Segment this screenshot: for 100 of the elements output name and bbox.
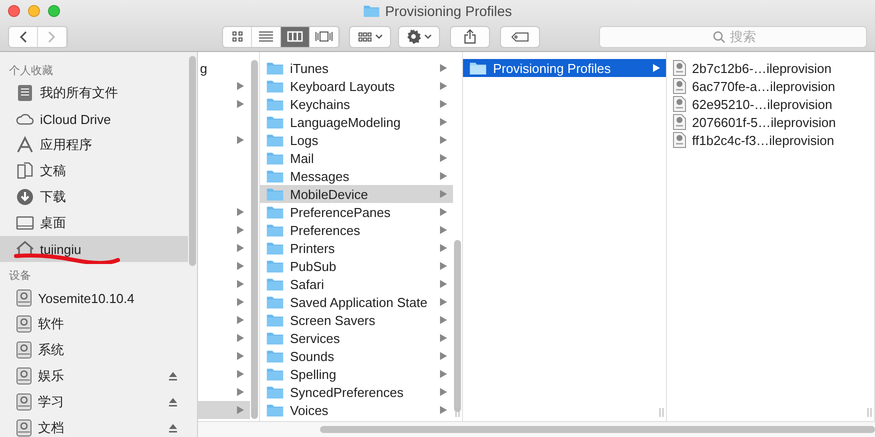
sidebar-item-label: 文稿 [40, 162, 67, 180]
browser-row[interactable]: PreferencePanes [260, 203, 453, 221]
sidebar-item[interactable]: 应用程序 [0, 132, 188, 158]
item-name: g [200, 60, 208, 76]
eject-icon[interactable] [168, 397, 178, 407]
column-resize-handle[interactable] [659, 408, 664, 417]
browser-row[interactable]: 2076601f-5…ileprovision [667, 113, 874, 131]
item-name: Services [290, 330, 341, 346]
column-resize-handle[interactable] [252, 408, 257, 417]
view-mode-button[interactable] [281, 26, 310, 46]
browser-row[interactable]: Spelling [260, 365, 453, 383]
folder-icon [266, 384, 284, 400]
sidebar-heading: 设备 [8, 269, 32, 284]
browser-row[interactable]: ff1b2c4c-f3…ileprovision [667, 131, 874, 149]
browser-row[interactable]: SyncedPreferences [260, 383, 453, 401]
scrollbar-thumb[interactable] [454, 240, 461, 412]
browser-row[interactable]: Voices [260, 401, 453, 419]
disclosure-arrow-icon [237, 244, 244, 252]
back-button[interactable] [9, 26, 38, 46]
browser-row[interactable]: Preferences [260, 221, 453, 239]
sidebar-item[interactable]: 学习 [0, 389, 188, 415]
sidebar-item[interactable]: 文档 [0, 415, 188, 437]
file-tray-icon [16, 84, 34, 102]
cover-flow-icon [315, 31, 333, 42]
browser-row[interactable]: Keychains [260, 95, 453, 113]
folder-icon [266, 402, 284, 418]
sidebar-item[interactable]: Yosemite10.10.4 [0, 285, 188, 311]
folder-icon [266, 186, 284, 202]
browser-row[interactable]: Saved Application State [260, 293, 453, 311]
view-mode-button[interactable] [310, 26, 339, 46]
browser-row[interactable] [198, 401, 250, 419]
browser-row[interactable]: iTunes [260, 59, 453, 77]
sidebar-item[interactable]: 下载 [0, 184, 188, 210]
folder-icon [266, 330, 284, 346]
column-resize-handle[interactable] [867, 408, 872, 417]
sidebar-item[interactable]: 文稿 [0, 158, 188, 184]
folder-icon [266, 60, 284, 76]
browser-row[interactable]: Messages [260, 167, 453, 185]
minimize-button[interactable] [28, 5, 40, 17]
share-button[interactable] [450, 26, 490, 48]
folder-icon [266, 276, 284, 292]
share-icon [464, 29, 476, 44]
sidebar-item[interactable]: tujingiu [0, 236, 188, 262]
disclosure-arrow-icon [440, 190, 447, 198]
sidebar-item[interactable]: 系统 [0, 337, 188, 363]
document-icon [673, 78, 686, 94]
browser-row[interactable]: Sounds [260, 347, 453, 365]
folder-icon [266, 348, 284, 364]
browser-row[interactable]: Mail [260, 149, 453, 167]
browser-row[interactable]: LanguageModeling [260, 113, 453, 131]
settings-icon [406, 29, 421, 44]
browser-row[interactable]: 6ac770fe-a…ileprovision [667, 77, 874, 95]
column-resize-handle[interactable] [455, 408, 460, 417]
disclosure-arrow-icon [237, 388, 244, 396]
disclosure-arrow-icon [237, 280, 244, 288]
browser-row[interactable]: PubSub [260, 257, 453, 275]
sidebar-item[interactable]: iCloud Drive [0, 106, 188, 132]
tag-button[interactable] [500, 26, 540, 48]
arrange-button[interactable] [349, 26, 391, 48]
sidebar-item[interactable]: 软件 [0, 311, 188, 337]
browser-row[interactable]: 62e95210-…ileprovision [667, 95, 874, 113]
eject-icon[interactable] [168, 371, 178, 381]
view-mode-button[interactable] [223, 26, 252, 46]
browser-row[interactable]: Provisioning Profiles [463, 59, 666, 77]
browser-row[interactable]: Logs [260, 131, 453, 149]
folder-icon [266, 78, 284, 94]
scrollbar-thumb[interactable] [320, 426, 875, 433]
sidebar-item-label: 应用程序 [40, 136, 93, 154]
sidebar-item-label: 我的所有文件 [40, 84, 119, 102]
scrollbar-thumb[interactable] [189, 56, 196, 266]
browser-row[interactable]: MobileDevice [260, 185, 453, 203]
grid-icon [358, 32, 372, 42]
item-name: Spelling [290, 366, 338, 382]
disclosure-arrow-icon [440, 370, 447, 378]
sidebar-item[interactable]: 娱乐 [0, 363, 188, 389]
search-field[interactable]: 搜索 [599, 26, 867, 48]
browser-row[interactable]: 2b7c12b6-…ileprovision [667, 59, 874, 77]
sidebar-heading: 个人收藏 [8, 64, 54, 79]
disclosure-arrow-icon [440, 172, 447, 180]
disclosure-arrow-icon [237, 226, 244, 234]
browser-row[interactable]: Screen Savers [260, 311, 453, 329]
scrollbar-thumb[interactable] [251, 60, 258, 419]
zoom-button[interactable] [48, 5, 60, 17]
disclosure-arrow-icon [237, 316, 244, 324]
browser-row[interactable]: Safari [260, 275, 453, 293]
view-mode-button[interactable] [252, 26, 281, 46]
browser-row[interactable]: Keyboard Layouts [260, 77, 453, 95]
browser-row[interactable]: Printers [260, 239, 453, 257]
close-button[interactable] [8, 5, 20, 17]
item-name: Preferences [290, 222, 362, 238]
sidebar-item[interactable]: 桌面 [0, 210, 188, 236]
eject-icon[interactable] [168, 423, 178, 433]
sidebar-item-label: 文档 [38, 419, 65, 437]
disclosure-arrow-icon [440, 226, 447, 234]
browser-row[interactable]: g [198, 59, 250, 77]
sidebar-item[interactable]: 我的所有文件 [0, 80, 188, 106]
browser-row[interactable]: Services [260, 329, 453, 347]
action-button[interactable] [398, 26, 440, 48]
item-name: Printers [290, 240, 336, 256]
disclosure-arrow-icon [440, 406, 447, 414]
